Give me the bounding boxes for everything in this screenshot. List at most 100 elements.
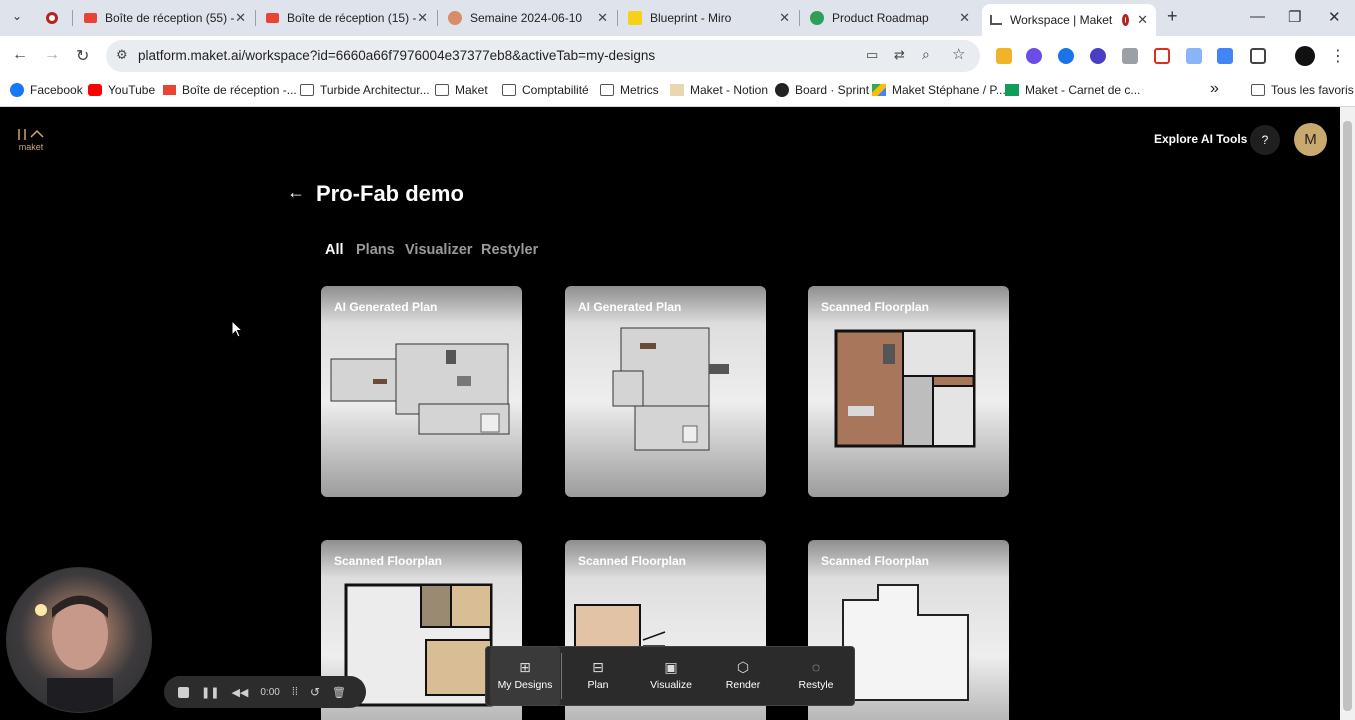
tab-search-icon[interactable]: ⌄ (12, 9, 22, 23)
extension-icon[interactable] (996, 48, 1012, 64)
calendar-icon (448, 11, 462, 25)
filter-visualizer[interactable]: Visualizer (405, 242, 472, 258)
trash-icon[interactable]: 🗑 (332, 686, 346, 699)
brush-icon: ◌ (811, 659, 821, 675)
extension-icon[interactable] (1217, 48, 1233, 64)
filter-all[interactable]: All (325, 242, 344, 258)
filter-plans[interactable]: Plans (356, 242, 395, 258)
close-icon[interactable]: ✕ (417, 10, 428, 26)
gmail-icon (163, 85, 176, 95)
extension-icon[interactable] (1154, 48, 1170, 64)
help-button[interactable]: ? (1250, 125, 1280, 155)
card-title: Scanned Floorplan (821, 554, 930, 568)
floorplan-thumbnail (834, 329, 976, 448)
profile-icon[interactable] (1295, 46, 1315, 66)
folder-icon (502, 84, 516, 96)
record-icon (1122, 14, 1130, 26)
youtube-icon (88, 84, 102, 96)
design-card[interactable]: Scanned Floorplan (808, 286, 1009, 497)
close-icon[interactable]: ✕ (597, 10, 608, 26)
extension-icon[interactable] (1058, 48, 1074, 64)
tab-recording[interactable] (38, 4, 68, 32)
bookmark-maket-stephane[interactable]: Maket Stéphane / P... (872, 83, 1006, 97)
minimize-icon[interactable]: — (1250, 8, 1265, 25)
maket-icon (990, 15, 1002, 25)
screen-recorder-controls: ❚❚ ◀◀ 0:00 ⁞⁞ ↺ 🗑 (164, 676, 366, 708)
menu-kebab-icon[interactable]: ⋮ (1330, 46, 1346, 66)
stop-icon[interactable] (178, 686, 189, 698)
extension-icon[interactable] (1186, 48, 1202, 64)
toolbar-restyle[interactable]: ◌ Restyle (781, 647, 851, 705)
tab-product-roadmap[interactable]: Product Roadmap ✕ (802, 4, 978, 32)
folder-icon (300, 84, 314, 96)
close-icon[interactable]: ✕ (779, 10, 790, 26)
close-window-icon[interactable]: ✕ (1328, 8, 1341, 26)
drive-icon (872, 84, 886, 96)
design-card[interactable]: AI Generated Plan (565, 286, 766, 497)
reload-icon[interactable]: ↻ (76, 46, 89, 66)
tab-gmail-1[interactable]: Boîte de réception (55) - s ✕ (76, 4, 254, 32)
avatar[interactable]: M (1294, 123, 1327, 156)
tab-miro[interactable]: Blueprint - Miro ✕ (620, 4, 798, 32)
address-bar[interactable]: ⚙ platform.maket.ai/workspace?id=6660a66… (106, 40, 980, 72)
more-bookmarks-icon[interactable]: » (1210, 80, 1219, 98)
bookmark-label: Maket - Carnet de c... (1025, 83, 1141, 97)
toolbar-label: My Designs (497, 679, 553, 691)
miro-icon (628, 11, 642, 25)
restore-icon[interactable]: ❐ (1288, 8, 1301, 26)
toolbar-render[interactable]: ⬡ Render (708, 647, 778, 705)
bookmark-metrics[interactable]: Metrics (600, 83, 659, 97)
close-icon[interactable]: ✕ (235, 10, 246, 26)
close-icon[interactable]: ✕ (1137, 12, 1148, 28)
page-title: Pro-Fab demo (316, 181, 464, 206)
bookmark-youtube[interactable]: YouTube (88, 83, 155, 97)
bookmark-comptabilite[interactable]: Comptabilité (502, 83, 589, 97)
tab-separator (799, 10, 800, 26)
design-card[interactable]: AI Generated Plan (321, 286, 522, 497)
maket-logo[interactable]: maket (17, 127, 45, 152)
bookmark-maket-carnet[interactable]: Maket - Carnet de c... (1005, 83, 1140, 97)
plan-icon: ⊟ (592, 659, 604, 675)
grid-drag-icon[interactable]: ⁞⁞ (292, 686, 298, 698)
bookmark-gmail[interactable]: Boîte de réception -... (163, 83, 297, 97)
bookmark-star-icon[interactable]: ☆ (952, 45, 965, 63)
bookmark-turbide[interactable]: Turbide Architectur... (300, 83, 430, 97)
bookmark-label: Turbide Architectur... (320, 83, 430, 97)
toolbar-visualize[interactable]: ▣ Visualize (636, 647, 706, 705)
forward-icon[interactable]: → (44, 46, 60, 64)
bookmark-facebook[interactable]: Facebook (10, 83, 83, 97)
back-icon[interactable]: ← (12, 46, 28, 64)
filter-restyler[interactable]: Restyler (481, 242, 538, 258)
camera-icon[interactable]: ▭ (866, 47, 878, 63)
restart-icon[interactable]: ↺ (310, 685, 320, 699)
back-arrow-icon[interactable]: ← (287, 182, 305, 203)
extension-icon[interactable] (1090, 48, 1106, 64)
bookmark-maket-notion[interactable]: Maket - Notion (670, 83, 768, 97)
tab-semaine[interactable]: Semaine 2024-06-10 ✕ (440, 4, 616, 32)
translate-icon[interactable]: ⇄ (894, 47, 905, 63)
new-tab-icon[interactable]: + (1167, 6, 1178, 27)
bookmark-board-sprint[interactable]: Board · Sprint (775, 83, 869, 97)
toolbar-plan[interactable]: ⊟ Plan (563, 647, 633, 705)
rewind-icon[interactable]: ◀◀ (231, 686, 248, 699)
site-info-icon[interactable]: ⚙ (116, 47, 128, 63)
tab-workspace-maket[interactable]: Workspace | Maket ✕ (982, 4, 1156, 36)
toolbar-my-designs[interactable]: ⊞ My Designs (490, 647, 560, 705)
bookmark-maket[interactable]: Maket (435, 83, 488, 97)
tab-gmail-2[interactable]: Boîte de réception (15) - s ✕ (258, 4, 436, 32)
scrollbar-thumb[interactable] (1343, 121, 1352, 711)
logo-mark-icon (18, 129, 44, 140)
page-scrollbar[interactable] (1340, 107, 1355, 720)
close-icon[interactable]: ✕ (959, 10, 970, 26)
pause-icon[interactable]: ❚❚ (201, 686, 219, 699)
puzzle-icon[interactable] (1250, 48, 1266, 64)
extension-icon[interactable] (1026, 48, 1042, 64)
zoom-icon[interactable]: ⌕ (922, 46, 930, 63)
bookmark-label: Metrics (620, 83, 659, 97)
floorplan-thumbnail (612, 327, 729, 451)
webcam-preview (6, 567, 152, 713)
extension-icon[interactable] (1122, 48, 1138, 64)
all-bookmarks[interactable]: Tous les favoris (1251, 83, 1354, 97)
explore-ai-tools-button[interactable]: Explore AI Tools (1154, 132, 1247, 146)
toolbar-label: Visualize (650, 679, 692, 691)
